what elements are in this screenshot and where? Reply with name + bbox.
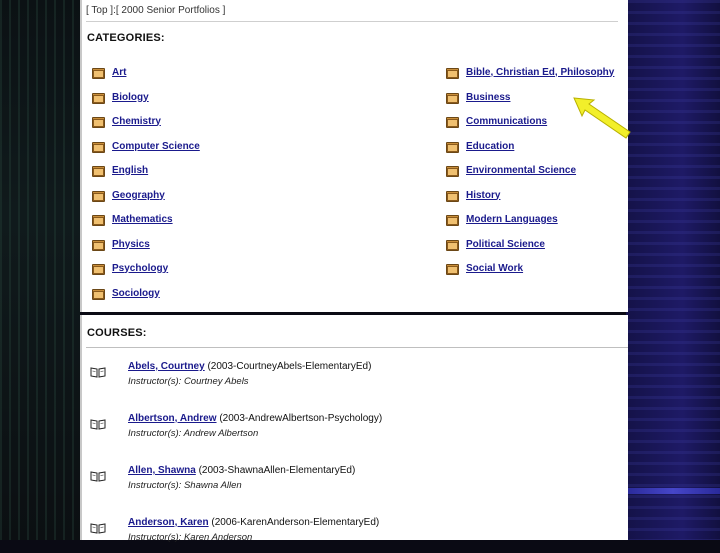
category-item[interactable]: Biology — [92, 89, 149, 105]
category-item[interactable]: Computer Science — [92, 138, 200, 154]
open-book-icon — [90, 471, 106, 482]
course-code: (2003-CourtneyAbels-ElementaryEd) — [207, 361, 372, 372]
course-name-line: Albertson, Andrew (2003-AndrewAlbertson-… — [128, 413, 382, 424]
open-book-icon — [90, 523, 106, 534]
folder-icon — [446, 190, 459, 202]
open-book-icon — [90, 419, 106, 430]
category-link[interactable]: Sociology — [112, 288, 160, 299]
course-instructor: Instructor(s): Karen Anderson — [128, 532, 253, 543]
category-item[interactable]: Modern Languages — [446, 211, 558, 227]
category-link[interactable]: Business — [466, 92, 510, 103]
category-link[interactable]: Geography — [112, 190, 165, 201]
course-name-line: Abels, Courtney (2003-CourtneyAbels-Elem… — [128, 361, 371, 372]
folder-icon — [446, 92, 459, 104]
category-link[interactable]: History — [466, 190, 500, 201]
course-link[interactable]: Anderson, Karen — [128, 517, 209, 528]
folder-icon — [92, 214, 105, 226]
folder-icon — [92, 165, 105, 177]
category-link[interactable]: Environmental Science — [466, 165, 576, 176]
category-item[interactable]: English — [92, 162, 148, 178]
course-code: (2003-ShawnaAllen-ElementaryEd) — [198, 465, 356, 476]
category-item[interactable]: Sociology — [92, 285, 160, 301]
course-code: (2003-AndrewAlbertson-Psychology) — [219, 413, 383, 424]
category-item[interactable]: Social Work — [446, 260, 523, 276]
folder-icon — [446, 165, 459, 177]
breadcrumb-current[interactable]: 2000 Senior Portfolios — [121, 5, 219, 16]
course-instructor: Instructor(s): Andrew Albertson — [128, 428, 259, 439]
course-row: Allen, Shawna (2003-ShawnaAllen-Elementa… — [82, 461, 628, 501]
category-item[interactable]: Political Science — [446, 236, 545, 252]
category-item[interactable]: Mathematics — [92, 211, 173, 227]
folder-icon — [446, 116, 459, 128]
folder-icon — [92, 190, 105, 202]
category-item[interactable]: Business — [446, 89, 510, 105]
decorative-band — [626, 488, 720, 494]
folder-icon — [92, 116, 105, 128]
course-instructor: Instructor(s): Shawna Allen — [128, 480, 242, 491]
category-link[interactable]: Education — [466, 141, 514, 152]
category-item[interactable]: Geography — [92, 187, 165, 203]
category-item[interactable]: History — [446, 187, 500, 203]
category-item[interactable]: Art — [92, 64, 126, 80]
folder-icon — [446, 141, 459, 153]
course-name-line: Allen, Shawna (2003-ShawnaAllen-Elementa… — [128, 465, 355, 476]
category-link[interactable]: Social Work — [466, 263, 523, 274]
category-link[interactable]: Communications — [466, 116, 547, 127]
categories-heading: CATEGORIES: — [87, 32, 165, 44]
open-book-icon — [90, 367, 106, 378]
courses-panel: COURSES: Abels, Courtney (2003-CourtneyA… — [80, 315, 628, 543]
folder-icon — [92, 263, 105, 275]
course-row: Abels, Courtney (2003-CourtneyAbels-Elem… — [82, 357, 628, 397]
category-link[interactable]: Bible, Christian Ed, Philosophy — [466, 67, 614, 78]
categories-panel: [ Top ]:[ 2000 Senior Portfolios ] CATEG… — [80, 0, 631, 312]
folder-icon — [446, 263, 459, 275]
category-item[interactable]: Education — [446, 138, 514, 154]
breadcrumb-top-link[interactable]: Top — [91, 5, 107, 16]
slide-background-right — [626, 0, 720, 540]
category-item[interactable]: Communications — [446, 113, 547, 129]
category-item[interactable]: Environmental Science — [446, 162, 576, 178]
folder-icon — [92, 92, 105, 104]
course-link[interactable]: Albertson, Andrew — [128, 413, 217, 424]
category-link[interactable]: Political Science — [466, 239, 545, 250]
divider — [86, 347, 628, 348]
category-link[interactable]: Mathematics — [112, 214, 173, 225]
category-link[interactable]: Biology — [112, 92, 149, 103]
course-row: Anderson, Karen (2006-KarenAnderson-Elem… — [82, 513, 628, 553]
folder-icon — [92, 288, 105, 300]
folder-icon — [446, 67, 459, 79]
folder-icon — [92, 239, 105, 251]
category-link[interactable]: Modern Languages — [466, 214, 558, 225]
category-item[interactable]: Bible, Christian Ed, Philosophy — [446, 64, 614, 80]
courses-heading: COURSES: — [87, 327, 147, 339]
folder-icon — [92, 141, 105, 153]
category-item[interactable]: Physics — [92, 236, 150, 252]
course-instructor: Instructor(s): Courtney Abels — [128, 376, 249, 387]
course-name-line: Anderson, Karen (2006-KarenAnderson-Elem… — [128, 517, 379, 528]
course-link[interactable]: Abels, Courtney — [128, 361, 205, 372]
course-row: Albertson, Andrew (2003-AndrewAlbertson-… — [82, 409, 628, 449]
folder-icon — [446, 239, 459, 251]
category-link[interactable]: Physics — [112, 239, 150, 250]
category-item[interactable]: Psychology — [92, 260, 168, 276]
course-code: (2006-KarenAnderson-ElementaryEd) — [211, 517, 380, 528]
category-item[interactable]: Chemistry — [92, 113, 161, 129]
breadcrumb-close-2: ] — [219, 5, 226, 16]
category-link[interactable]: Art — [112, 67, 126, 78]
category-link[interactable]: Psychology — [112, 263, 168, 274]
category-link[interactable]: Computer Science — [112, 141, 200, 152]
folder-icon — [446, 214, 459, 226]
folder-icon — [92, 67, 105, 79]
category-link[interactable]: English — [112, 165, 148, 176]
slide-background-left — [0, 0, 80, 540]
category-link[interactable]: Chemistry — [112, 116, 161, 127]
course-link[interactable]: Allen, Shawna — [128, 465, 196, 476]
breadcrumb: [ Top ]:[ 2000 Senior Portfolios ] — [86, 3, 618, 22]
